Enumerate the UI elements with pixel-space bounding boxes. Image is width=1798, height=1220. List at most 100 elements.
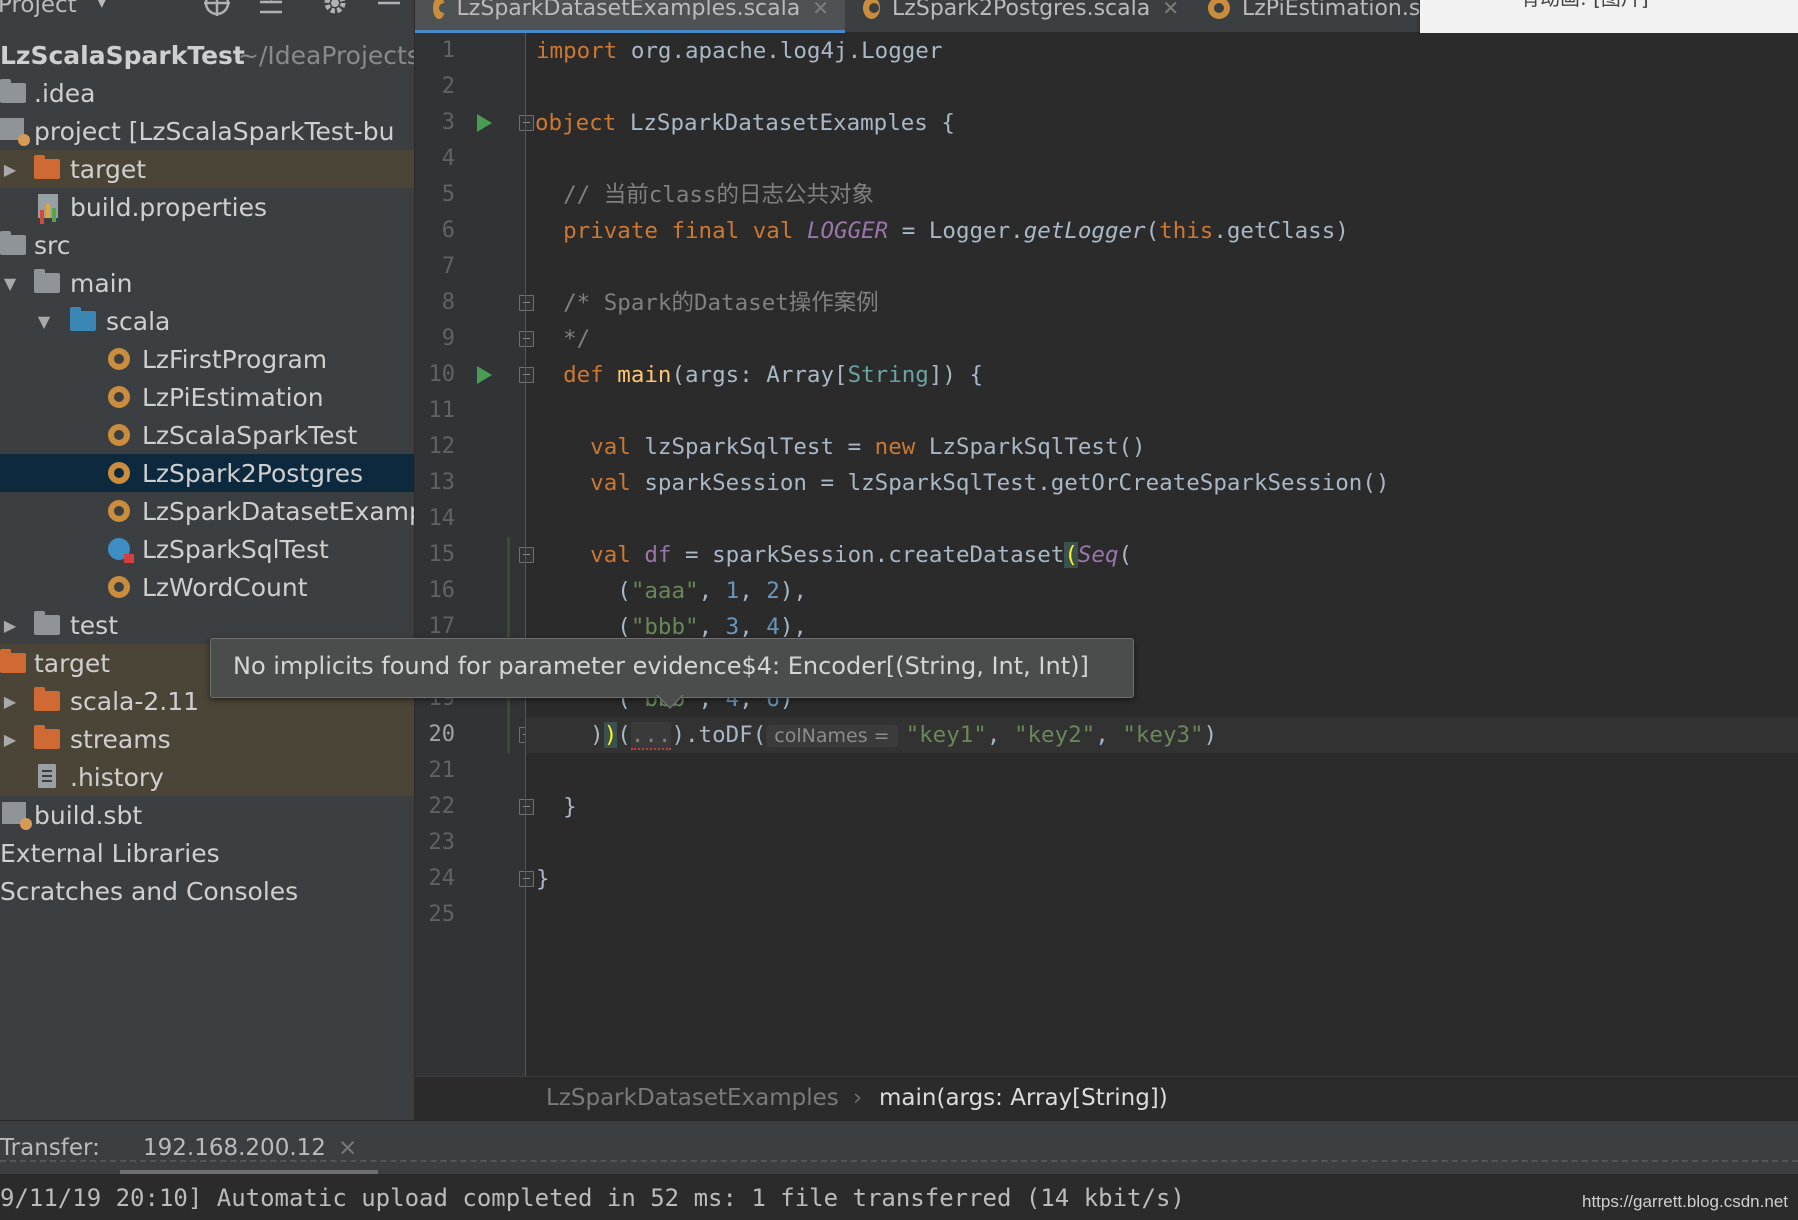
tree-item-label: src [34,230,71,260]
line-number: 22 [428,794,456,819]
fold-icon[interactable] [519,295,534,311]
tree-item-label: build.properties [70,192,267,222]
tree-item-label: LzSparkDatasetExamp [142,496,415,526]
chevron-down-icon[interactable]: ▾ [96,0,108,14]
tree-item-lzfirstprogram[interactable]: LzFirstProgram [0,340,414,378]
tooltip-text: No implicits found for parameter evidenc… [233,652,1089,680]
project-toolbar: Project ▾ [0,0,414,24]
close-icon[interactable]: ✕ [812,0,829,20]
target-icon[interactable] [202,0,232,24]
log-divider [0,1160,1798,1166]
minimize-icon[interactable] [376,0,402,24]
editor-gutter: 1 2 3 4 5 6 7 8 9 10 11 12 13 14 15 16 1… [415,33,534,1076]
collapse-arrow-icon[interactable]: ▼ [0,274,20,293]
code-line-15: val df = sparkSession.createDataset(Seq( [536,542,1133,568]
expand-arrow-icon[interactable]: ▶ [0,616,20,635]
line-number: 12 [428,434,456,459]
tree-item-label: LzFirstProgram [142,344,328,374]
folded-implicit-placeholder[interactable]: ... [630,722,672,750]
tab-label: LzSparkDatasetExamples.scala [456,0,801,21]
expand-arrow-icon[interactable]: ▶ [0,692,20,711]
code-line-22: } [536,794,577,820]
close-icon[interactable]: × [338,1135,357,1161]
tab-label: LzSpark2Postgres.scala [892,0,1151,21]
run-icon[interactable] [477,114,492,132]
scala-object-icon [1208,0,1230,19]
code-line-12: val lzSparkSqlTest = new LzSparkSqlTest(… [536,434,1146,460]
code-line-9: */ [536,326,591,352]
transfer-log[interactable]: 9/11/19 20:10] Automatic upload complete… [0,1160,1798,1220]
sbt-file-icon [2,802,32,830]
tree-item-lzwordcount[interactable]: LzWordCount [0,568,414,606]
tree-root-project[interactable]: LzScalaSparkTest ~/IdeaProjects [0,36,414,74]
line-number: 25 [428,902,456,927]
tree-item-lzsparkdatasetexamples[interactable]: LzSparkDatasetExamp [0,492,414,530]
fold-icon[interactable] [519,367,534,383]
breadcrumb-separator: › [853,1085,863,1111]
tab-lzpiestimation[interactable]: LzPiEstimation.s [1190,0,1450,30]
expand-arrow-icon[interactable]: ▶ [0,730,20,749]
tab-label: LzPiEstimation.s [1242,0,1421,21]
code-line-6: private final val LOGGER = Logger.getLog… [536,218,1349,244]
collapse-all-icon[interactable] [256,0,286,24]
watermark: https://garrett.blog.csdn.net [1581,1192,1788,1211]
scala-object-icon [108,460,134,486]
tree-item-label: LzPiEstimation [142,382,324,412]
fold-end-icon[interactable] [519,871,534,887]
tree-item-label: project [LzScalaSparkTest-bu [34,117,395,146]
tab-lzspark2postgres[interactable]: LzSpark2Postgres.scala ✕ [845,0,1195,30]
tree-item-scala[interactable]: ▼ scala [0,302,414,340]
tree-item-label: target [34,648,111,678]
fold-end-icon[interactable] [519,799,534,815]
scala-object-icon [108,346,134,372]
project-view-selector[interactable]: Project [0,0,77,18]
project-module-label: project [LzScalaSparkTest-bu [34,116,395,146]
line-number: 9 [441,326,455,351]
tree-item-label: .history [70,762,164,792]
line-number-current: 20 [428,722,456,747]
tree-item-lzspark2postgres[interactable]: LzSpark2Postgres [0,454,414,492]
tab-transfer-host[interactable]: 192.168.200.12 × [120,1121,378,1175]
implicit-error-tooltip: No implicits found for parameter evidenc… [210,638,1134,698]
line-number: 1 [441,38,455,63]
tree-item-label: Scratches and Consoles [0,876,299,906]
run-icon[interactable] [477,366,492,384]
breadcrumb-item-method[interactable]: main(args: Array[String]) [879,1085,1168,1111]
fold-icon[interactable] [519,115,534,131]
breadcrumb-item-object[interactable]: LzSparkDatasetExamples [546,1085,839,1111]
tree-item-scratches[interactable]: Scratches and Consoles [0,872,414,910]
line-number: 23 [428,830,456,855]
log-line: 9/11/19 20:10] Automatic upload complete… [0,1184,1185,1212]
tree-item-label: main [70,268,133,298]
expand-arrow-icon[interactable]: ▶ [0,160,20,179]
tree-item-src[interactable]: src [0,226,414,264]
tree-item-external-libraries[interactable]: External Libraries [0,834,414,872]
root-project-path: ~/IdeaProjects [238,40,415,70]
tree-item-label: LzSpark2Postgres [142,458,364,488]
line-number: 16 [428,578,456,603]
scala-object-icon [108,498,134,524]
line-number: 8 [441,290,455,315]
tree-item-main[interactable]: ▼ main [0,264,414,302]
tree-item-streams[interactable]: ▶ streams [0,720,414,758]
tree-item-idea[interactable]: .idea [0,74,414,112]
tree-item-target[interactable]: ▶ target [0,150,414,188]
tree-item-build-properties[interactable]: build.properties [0,188,414,226]
code-line-10: def main(args: Array[String]) { [536,362,984,388]
tree-item-history[interactable]: .history [0,758,414,796]
tree-item-lzscalasparktest[interactable]: LzScalaSparkTest [0,416,414,454]
code-editor[interactable]: 1 2 3 4 5 6 7 8 9 10 11 12 13 14 15 16 1… [415,33,1798,1121]
tree-item-label: LzWordCount [142,572,308,602]
tab-lzsparkdatasetexamples[interactable]: LzSparkDatasetExamples.scala ✕ [415,0,845,34]
fold-icon[interactable] [519,547,534,563]
tree-item-project-module[interactable]: project [LzScalaSparkTest-bu [0,112,414,150]
folder-excluded-icon [34,687,60,714]
tree-item-lzpiestimation[interactable]: LzPiEstimation [0,378,414,416]
gear-icon[interactable] [320,0,350,24]
fold-end-icon[interactable] [519,331,534,347]
tree-item-lzsparksqltest[interactable]: LzSparkSqlTest [0,530,414,568]
tree-item-build-sbt[interactable]: build.sbt [0,796,414,834]
code-line-16: ("aaa", 1, 2), [536,578,807,604]
collapse-arrow-icon[interactable]: ▼ [34,312,54,331]
close-icon[interactable]: ✕ [1162,0,1179,20]
